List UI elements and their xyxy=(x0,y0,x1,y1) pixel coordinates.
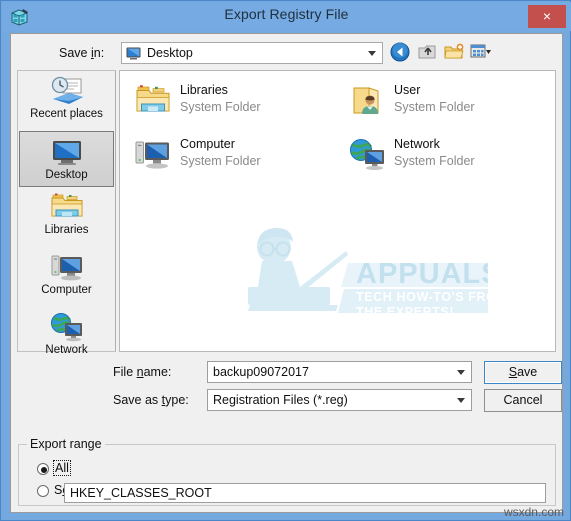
save-button-label: ave xyxy=(517,365,538,379)
save-button[interactable]: Save xyxy=(484,361,562,384)
cancel-button[interactable]: Cancel xyxy=(484,389,562,412)
dialog-body: Save in: Desktop Recent places Desktop L… xyxy=(10,33,563,513)
user-folder-icon xyxy=(348,83,386,119)
sidebar-item-computer[interactable]: Computer xyxy=(18,251,115,307)
places-bar: Recent places Desktop Libraries Computer… xyxy=(17,70,116,356)
list-item[interactable]: Computer System Folder xyxy=(128,131,338,179)
chevron-down-icon[interactable] xyxy=(368,51,376,56)
radio-dot-icon xyxy=(37,463,49,475)
radio-all-label: All xyxy=(53,460,71,476)
list-item-type: System Folder xyxy=(180,154,261,168)
network-globe-icon xyxy=(49,311,85,343)
sidebar-item-label: Computer xyxy=(41,284,92,296)
svg-text:TECH HOW-TO'S FROM: TECH HOW-TO'S FROM xyxy=(356,290,488,304)
list-item[interactable]: Libraries System Folder xyxy=(128,77,338,125)
export-registry-file-dialog: Export Registry File × Save in: Desktop xyxy=(0,0,571,521)
up-one-level-button[interactable] xyxy=(416,41,438,63)
chevron-down-icon[interactable] xyxy=(457,398,465,403)
computer-icon xyxy=(49,251,85,283)
list-item-type: System Folder xyxy=(394,100,475,114)
new-folder-button[interactable] xyxy=(443,41,465,63)
svg-text:APPUALS: APPUALS xyxy=(356,258,488,290)
recent-places-icon xyxy=(49,75,85,107)
sidebar-item-recent-places[interactable]: Recent places xyxy=(18,75,115,131)
radio-dot-icon xyxy=(37,485,49,497)
chevron-down-icon[interactable] xyxy=(457,370,465,375)
list-item-name: User xyxy=(394,83,421,97)
save-in-label: Save in: xyxy=(59,46,105,60)
sidebar-item-label: Network xyxy=(45,344,88,356)
list-item-type: System Folder xyxy=(394,154,475,168)
save-button-label-accel: S xyxy=(508,365,518,379)
file-name-input[interactable]: backup09072017 xyxy=(207,361,472,383)
site-watermark: wsxdn.com xyxy=(503,505,564,519)
sidebar-item-network[interactable]: Network xyxy=(18,311,115,367)
computer-icon xyxy=(134,137,172,173)
file-name-value: backup09072017 xyxy=(213,365,309,379)
sidebar-item-libraries[interactable]: Libraries xyxy=(18,191,115,247)
sidebar-item-desktop[interactable]: Desktop xyxy=(19,131,114,187)
save-in-combo[interactable]: Desktop xyxy=(121,42,383,64)
save-as-type-label: Save as type: xyxy=(113,393,189,407)
desktop-icon xyxy=(126,47,141,60)
network-globe-icon xyxy=(348,137,386,173)
title-bar: Export Registry File × xyxy=(2,2,571,31)
file-list[interactable]: Libraries System Folder User System Fold… xyxy=(119,70,556,352)
sidebar-item-label: Desktop xyxy=(45,169,88,181)
svg-text:THE EXPERTS!: THE EXPERTS! xyxy=(356,305,454,319)
list-item-name: Libraries xyxy=(180,83,228,97)
libraries-folder-icon xyxy=(49,191,85,223)
back-button[interactable] xyxy=(389,41,411,63)
list-item-name: Network xyxy=(394,137,440,151)
export-range-group: Export range All Selected branch HKEY_CL… xyxy=(18,437,556,506)
file-name-label: File name: xyxy=(113,365,172,379)
selected-branch-value: HKEY_CLASSES_ROOT xyxy=(70,486,212,500)
list-item-name: Computer xyxy=(180,137,235,151)
list-item[interactable]: Network System Folder xyxy=(342,131,552,179)
sidebar-item-label: Recent places xyxy=(30,108,103,120)
save-as-type-value: Registration Files (*.reg) xyxy=(213,393,348,407)
views-button[interactable] xyxy=(469,41,491,63)
list-item[interactable]: User System Folder xyxy=(342,77,552,125)
appuals-watermark: APPUALS TECH HOW-TO'S FROM THE EXPERTS! xyxy=(188,209,507,329)
libraries-folder-icon xyxy=(134,83,172,119)
export-range-legend: Export range xyxy=(27,437,105,451)
close-icon[interactable]: × xyxy=(528,5,566,28)
desktop-icon xyxy=(49,136,85,168)
selected-branch-input[interactable]: HKEY_CLASSES_ROOT xyxy=(64,483,546,503)
sidebar-item-label: Libraries xyxy=(44,224,89,236)
save-as-type-combo[interactable]: Registration Files (*.reg) xyxy=(207,389,472,411)
list-item-type: System Folder xyxy=(180,100,261,114)
page-title: Export Registry File xyxy=(224,6,349,22)
save-in-value: Desktop xyxy=(147,46,193,60)
